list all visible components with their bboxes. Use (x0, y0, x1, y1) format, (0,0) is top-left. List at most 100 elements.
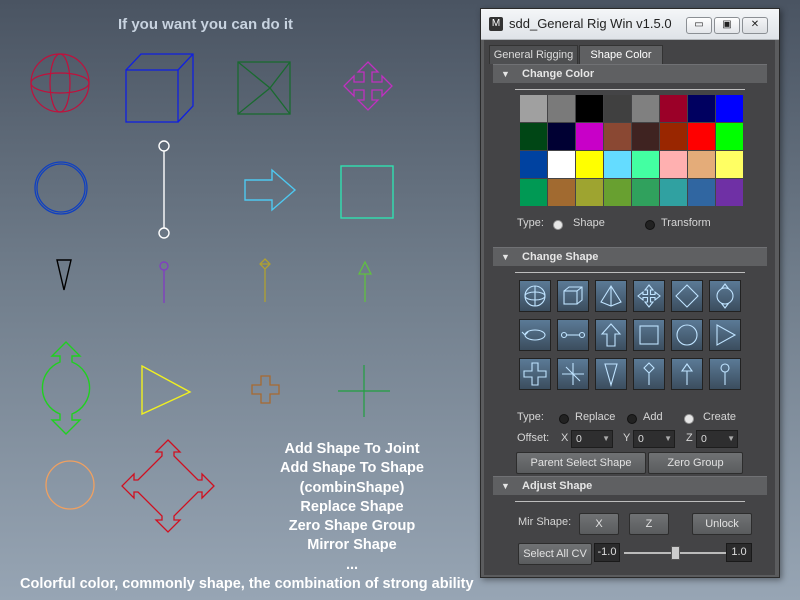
pin-arrow-icon (643, 362, 655, 385)
color-swatch[interactable] (576, 179, 603, 206)
color-swatch[interactable] (716, 151, 743, 178)
slider-max-field[interactable]: 1.0 (726, 543, 752, 562)
color-swatch[interactable] (660, 95, 687, 122)
color-swatch[interactable] (604, 123, 631, 150)
color-swatch[interactable] (548, 123, 575, 150)
canvas-heading: If you want you can do it (118, 16, 294, 33)
mirror-z-button[interactable]: Z (629, 513, 669, 535)
color-swatch[interactable] (632, 179, 659, 206)
color-swatch[interactable] (716, 179, 743, 206)
arrow-up-curve-icon (357, 260, 373, 302)
pin-curve-icon (158, 140, 170, 239)
rotate-arrow-icon (521, 329, 546, 341)
window-titlebar[interactable]: M sdd_General Rig Win v1.5.0 ▭ ▣ ✕ (481, 9, 779, 40)
adjust-shape-header[interactable]: ▼ Adjust Shape (493, 476, 767, 495)
color-swatch[interactable] (520, 95, 547, 122)
color-swatch[interactable] (660, 123, 687, 150)
color-swatch[interactable] (716, 123, 743, 150)
color-swatch[interactable] (520, 151, 547, 178)
radio-replace-label: Replace (575, 411, 616, 423)
unlock-button[interactable]: Unlock (692, 513, 752, 535)
feature-list: Add Shape To Joint Add Shape To Shape (c… (262, 440, 442, 575)
color-swatch[interactable] (632, 123, 659, 150)
divider (515, 89, 745, 90)
diamond-pin-curve-icon (259, 258, 271, 302)
shape-button-four-arrow[interactable] (633, 280, 665, 312)
feature-item: ... (345, 556, 359, 573)
color-swatch[interactable] (548, 95, 575, 122)
color-swatch[interactable] (632, 151, 659, 178)
triangle-pointer-curve-icon (56, 259, 72, 291)
plus-icon (523, 362, 547, 386)
color-swatch[interactable] (576, 123, 603, 150)
parent-select-shape-button[interactable]: Parent Select Shape (516, 452, 646, 474)
color-swatch[interactable] (576, 95, 603, 122)
select-all-cv-button[interactable]: Select All CV (518, 543, 592, 565)
offset-y-dropdown[interactable]: 0 ▼ (633, 430, 675, 448)
pyramid-icon (600, 284, 622, 307)
color-swatch[interactable] (688, 123, 715, 150)
shape-button-play-triangle[interactable] (709, 319, 741, 351)
slider-min-field[interactable]: -1.0 (594, 543, 620, 562)
color-swatch[interactable] (604, 179, 631, 206)
offset-x-dropdown[interactable]: 0 ▼ (571, 430, 613, 448)
radio-replace[interactable] (559, 414, 569, 424)
offset-z-dropdown[interactable]: 0 ▼ (696, 430, 738, 448)
color-swatch[interactable] (688, 179, 715, 206)
shape-button-pin-arrow[interactable] (633, 358, 665, 390)
tab-general-rigging[interactable]: General Rigging (489, 45, 578, 64)
shape-button-star-cross[interactable] (557, 358, 589, 390)
radio-create[interactable] (684, 414, 694, 424)
color-swatch[interactable] (632, 95, 659, 122)
adjust-shape-panel: Mir Shape: X Z Unlock Select All CV -1.0… (493, 496, 767, 571)
color-swatch[interactable] (548, 151, 575, 178)
color-swatch[interactable] (520, 179, 547, 206)
color-swatch[interactable] (660, 179, 687, 206)
section-title: Adjust Shape (522, 480, 593, 492)
color-swatch[interactable] (520, 123, 547, 150)
window-title: sdd_General Rig Win v1.5.0 (509, 16, 672, 31)
shape-button-circle[interactable] (671, 319, 703, 351)
radio-add[interactable] (627, 414, 637, 424)
shape-type-label: Type: (517, 411, 544, 423)
slider-handle[interactable] (671, 546, 680, 560)
shape-button-sphere[interactable] (519, 280, 551, 312)
shape-button-diamond-arrows[interactable] (671, 280, 703, 312)
zero-group-button[interactable]: Zero Group (648, 452, 743, 474)
chevron-down-icon: ▼ (602, 434, 610, 443)
radio-transform[interactable] (645, 220, 655, 230)
chevron-down-icon: ▼ (664, 434, 672, 443)
change-color-header[interactable]: ▼ Change Color (493, 64, 767, 83)
radio-shape[interactable] (553, 220, 563, 230)
shape-button-down-triangle[interactable] (595, 358, 627, 390)
color-swatch[interactable] (576, 151, 603, 178)
color-swatch[interactable] (604, 95, 631, 122)
shape-button-rotate-arrow[interactable] (519, 319, 551, 351)
shape-button-lollipop[interactable] (709, 358, 741, 390)
shape-button-line-circles[interactable] (557, 319, 589, 351)
restore-button[interactable]: ▣ (714, 17, 740, 34)
pyramid-curve-icon (237, 61, 291, 115)
color-swatch[interactable] (688, 95, 715, 122)
color-swatch[interactable] (604, 151, 631, 178)
shape-button-pyramid[interactable] (595, 280, 627, 312)
mirror-x-button[interactable]: X (579, 513, 619, 535)
line-circles-icon (560, 331, 586, 339)
shape-button-up-arrow[interactable] (595, 319, 627, 351)
tagline: Colorful color, commonly shape, the comb… (20, 576, 474, 592)
shape-button-circle-arrows[interactable] (709, 280, 741, 312)
shape-button-plus[interactable] (519, 358, 551, 390)
tab-shape-color[interactable]: Shape Color (579, 45, 663, 64)
shape-button-square[interactable] (633, 319, 665, 351)
shape-button-cube[interactable] (557, 280, 589, 312)
shape-button-up-pin[interactable] (671, 358, 703, 390)
color-swatch[interactable] (716, 95, 743, 122)
play-triangle-icon (716, 324, 737, 346)
color-swatch[interactable] (548, 179, 575, 206)
color-swatch[interactable] (660, 151, 687, 178)
change-shape-header[interactable]: ▼ Change Shape (493, 247, 767, 266)
minimize-button[interactable]: ▭ (686, 17, 712, 34)
mir-shape-label: Mir Shape: (518, 516, 572, 528)
color-swatch[interactable] (688, 151, 715, 178)
close-button[interactable]: ✕ (742, 17, 768, 34)
